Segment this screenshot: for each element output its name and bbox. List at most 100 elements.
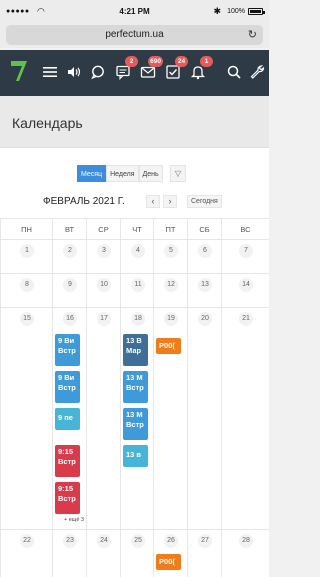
day-cell[interactable]: 11 [120, 274, 153, 308]
event-title: 9 Ви [58, 373, 75, 382]
day-cell[interactable]: 2 [52, 240, 86, 274]
day-number: 20 [198, 312, 212, 326]
day-number: 15 [20, 312, 34, 326]
settings-wrench-icon[interactable] [249, 64, 265, 80]
day-number: 19 [164, 312, 178, 326]
day-cell[interactable]: 7 [221, 240, 269, 274]
event-subtitle: Встр [58, 457, 76, 466]
day-number: 13 [198, 278, 212, 292]
weekday-header: ВТ [52, 218, 86, 240]
more-events-link[interactable]: + ещё 3 [64, 517, 84, 523]
event-title: P00( [159, 557, 175, 566]
calendar-event[interactable]: 13 в [123, 445, 148, 467]
calendar-event[interactable]: P00( [156, 554, 181, 570]
day-cell[interactable]: 10 [86, 274, 120, 308]
day-cell[interactable]: 8 [0, 274, 52, 308]
bluetooth-icon: ✱ [213, 6, 221, 16]
page-title: Календарь [12, 115, 83, 131]
day-number: 21 [239, 312, 253, 326]
messages-icon[interactable]: 2 [115, 56, 138, 80]
day-cell[interactable]: 5 [153, 240, 187, 274]
day-number: 9 [63, 278, 77, 292]
reload-icon[interactable]: ↻ [248, 28, 257, 41]
event-title: 9:15 [58, 447, 74, 456]
page-title-bar: Календарь [0, 96, 269, 148]
logo-icon[interactable] [10, 60, 28, 82]
calendar-event[interactable]: 9 Ви Встр [55, 371, 80, 403]
month-title: ФЕВРАЛЬ 2021 Г. [43, 196, 125, 207]
weekday-header: СБ [187, 218, 221, 240]
today-button[interactable]: Сегодня [187, 195, 222, 208]
day-cell[interactable]: 28 [221, 530, 269, 577]
day-cell[interactable]: 19 P00( [153, 308, 187, 530]
day-cell[interactable]: 25 [120, 530, 153, 577]
chat-icon[interactable] [90, 64, 106, 80]
mail-badge: 690 [148, 56, 163, 67]
day-cell[interactable]: 27 [187, 530, 221, 577]
day-cell[interactable]: 17 [86, 308, 120, 530]
url-field[interactable]: perfectum.ua [6, 25, 263, 45]
calendar-event[interactable]: 9:15 Встр [55, 445, 80, 477]
app-header: 2 690 24 1 [0, 50, 269, 96]
view-switcher: Месяц Неделя День [77, 165, 163, 182]
day-cell[interactable]: 4 [120, 240, 153, 274]
day-cell[interactable]: 24 [86, 530, 120, 577]
day-number: 22 [20, 534, 34, 548]
view-day-button[interactable]: День [138, 165, 163, 182]
day-cell[interactable]: 3 [86, 240, 120, 274]
day-cell[interactable]: 12 [153, 274, 187, 308]
event-subtitle: Мар [126, 346, 142, 355]
calendar-event[interactable]: 9 пе [55, 408, 80, 430]
event-subtitle: Встр [126, 420, 144, 429]
day-number: 3 [97, 244, 111, 258]
day-number: 16 [63, 312, 77, 326]
menu-icon[interactable] [42, 64, 58, 80]
volume-icon[interactable] [66, 64, 82, 80]
day-number: 5 [164, 244, 178, 258]
filter-icon[interactable]: ▽ [170, 165, 186, 182]
day-cell[interactable]: 26 P00( [153, 530, 187, 577]
day-cell[interactable]: 21 [221, 308, 269, 530]
prev-month-button[interactable]: ‹ [146, 195, 160, 208]
day-cell[interactable]: 15 [0, 308, 52, 530]
day-number: 10 [97, 278, 111, 292]
day-cell[interactable]: 13 [187, 274, 221, 308]
day-cell[interactable]: 16 9 Ви Встр 9 Ви Встр 9 пе 9:15 Встр 9:15 Встр + … [52, 308, 86, 530]
day-cell[interactable]: 9 [52, 274, 86, 308]
calendar-event[interactable]: 13 М Встр [123, 408, 148, 440]
day-number: 23 [63, 534, 77, 548]
browser-url-bar: perfectum.ua ↻ [0, 24, 269, 48]
next-month-button[interactable]: › [163, 195, 177, 208]
event-subtitle: Встр [58, 383, 76, 392]
search-icon[interactable] [226, 64, 242, 80]
calendar-event[interactable]: 9 Ви Встр [55, 334, 80, 366]
calendar-event[interactable]: 9:15 Встр [55, 482, 80, 514]
event-title: P00( [159, 341, 175, 350]
view-week-button[interactable]: Неделя [106, 165, 139, 182]
day-cell[interactable]: 22 [0, 530, 52, 577]
day-number: 4 [131, 244, 145, 258]
day-number: 24 [97, 534, 111, 548]
day-cell[interactable]: 18 13 В Мар 13 М Встр 13 М Встр 13 в [120, 308, 153, 530]
day-number: 14 [239, 278, 253, 292]
calendar-event[interactable]: 13 В Мар [123, 334, 148, 366]
calendar-event[interactable]: P00( [156, 338, 181, 354]
day-number: 28 [239, 534, 253, 548]
notifications-badge: 1 [200, 56, 213, 67]
day-number: 1 [20, 244, 34, 258]
calendar-event[interactable]: 13 М Встр [123, 371, 148, 403]
view-month-button[interactable]: Месяц [77, 165, 107, 182]
day-number: 17 [97, 312, 111, 326]
event-subtitle: Встр [58, 494, 76, 503]
day-cell[interactable]: 20 [187, 308, 221, 530]
tasks-icon[interactable]: 24 [165, 56, 188, 80]
day-cell[interactable]: 6 [187, 240, 221, 274]
day-cell[interactable]: 14 [221, 274, 269, 308]
mail-icon[interactable]: 690 [140, 56, 163, 80]
day-number: 26 [164, 534, 178, 548]
day-cell[interactable]: 23 [52, 530, 86, 577]
event-title: 13 в [126, 450, 142, 459]
day-cell[interactable]: 1 [0, 240, 52, 274]
notifications-icon[interactable]: 1 [190, 56, 213, 80]
battery-icon [248, 8, 265, 15]
